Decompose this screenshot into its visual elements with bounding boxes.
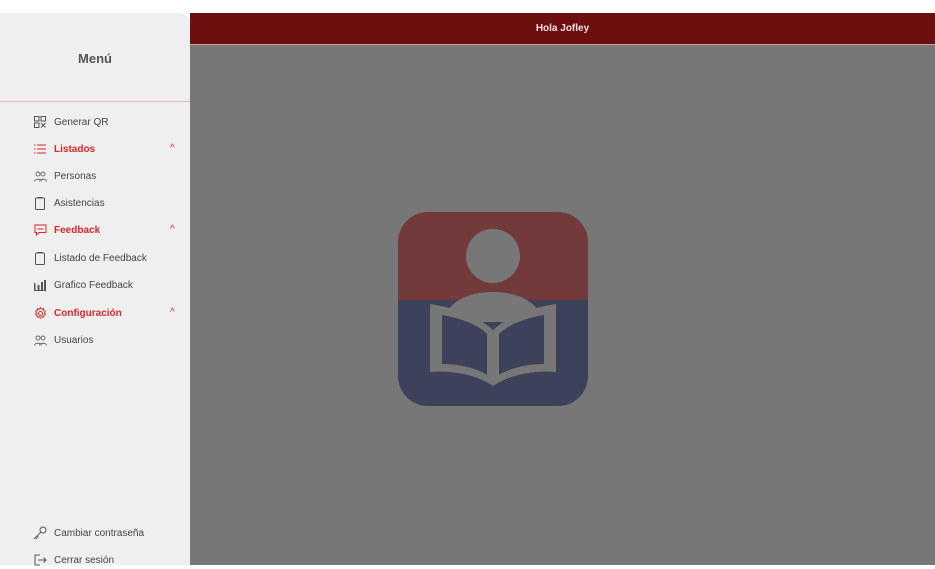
menu-title: Menú xyxy=(78,51,112,66)
greeting-text: Hola Jofley xyxy=(535,23,590,34)
chevron-up-icon[interactable]: ^ xyxy=(170,307,175,318)
sidebar-section-feedback[interactable]: Feedback xyxy=(33,221,100,239)
sidebar-item-label: Listado de Feedback xyxy=(54,252,147,264)
chat-icon xyxy=(33,223,47,237)
change-password-label: Cambiar contraseña xyxy=(54,527,145,539)
sidebar-item-label: Grafico Feedback xyxy=(54,279,133,291)
sidebar-item-label: Personas xyxy=(54,170,97,182)
sidebar-item-usuarios[interactable]: Usuarios xyxy=(33,331,93,349)
menu-divider xyxy=(0,101,190,102)
key-icon xyxy=(33,526,47,540)
sidebar-item-label: Usuarios xyxy=(54,334,94,346)
sidebar-item-grafico-feedback[interactable]: Grafico Feedback xyxy=(33,276,133,294)
gear-icon xyxy=(33,306,47,320)
chevron-up-icon[interactable]: ^ xyxy=(170,224,175,235)
logout-label: Cerrar sesión xyxy=(54,554,115,566)
sidebar-item-listado-de-feedback[interactable]: Listado de Feedback xyxy=(33,249,147,267)
logout-button[interactable]: Cerrar sesión xyxy=(33,551,114,569)
sidebar-item-personas[interactable]: Personas xyxy=(33,167,96,185)
list-icon xyxy=(33,142,47,156)
people-icon xyxy=(33,333,47,347)
chevron-up-icon[interactable]: ^ xyxy=(170,143,175,154)
clipboard-icon xyxy=(33,196,47,210)
sidebar-section-configuracion[interactable]: Configuración xyxy=(33,304,122,322)
sidebar-section-listados[interactable]: Listados xyxy=(33,140,95,158)
change-password-button[interactable]: Cambiar contraseña xyxy=(33,524,144,542)
qr-code-icon xyxy=(33,115,47,129)
clipboard-icon xyxy=(33,251,47,265)
sidebar-item-label: Configuración xyxy=(54,307,122,319)
sidebar-item-label: Listados xyxy=(54,143,96,155)
people-icon xyxy=(33,169,47,183)
sidebar-item-label: Feedback xyxy=(54,224,101,236)
bar-chart-icon xyxy=(33,278,47,292)
top-bar: Hola Jofley xyxy=(190,13,935,44)
app-logo xyxy=(398,212,588,406)
sidebar-item-label: Generar QR xyxy=(54,116,109,128)
sidebar-item-label: Asistencias xyxy=(54,197,105,209)
sidebar-item-asistencias[interactable]: Asistencias xyxy=(33,194,105,212)
sidebar-item-generar-qr[interactable]: Generar QR xyxy=(33,113,108,131)
